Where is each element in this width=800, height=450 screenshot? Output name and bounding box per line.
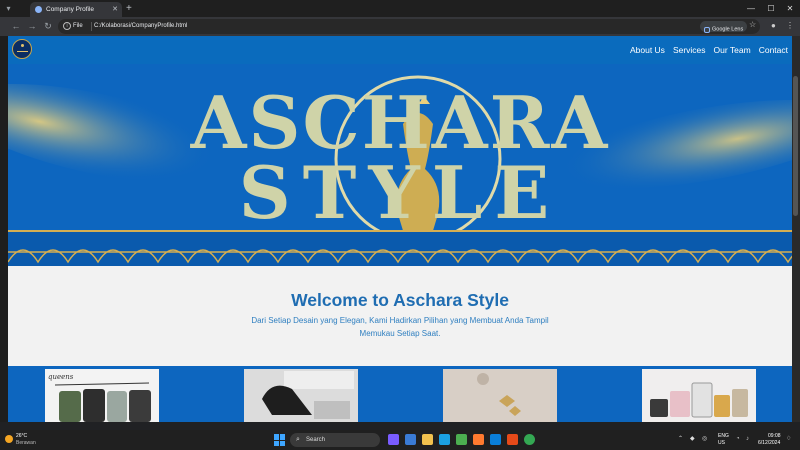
weather-temperature: 26°C [16,433,28,439]
firefox-icon[interactable] [473,434,484,445]
product-image-jewelry [443,369,557,422]
browser-tab[interactable]: Company Profile ✕ [30,2,122,17]
product-card-jewelry[interactable] [443,369,557,422]
welcome-title: Welcome to Aschara Style [291,290,509,310]
tab-favicon-icon [35,6,42,13]
site-header: About Us Services Our Team Contact [8,36,792,64]
task-view-icon[interactable] [405,434,416,445]
volume-icon[interactable]: ♪ [746,434,749,445]
vscode-icon[interactable] [490,434,501,445]
hero-wave-ornament [8,230,792,266]
product-card-shoes[interactable] [244,369,358,422]
page-scrollbar[interactable] [792,36,800,422]
address-divider [91,22,92,31]
google-lens-label: Google Lens [712,26,744,33]
profile-icon[interactable]: ● [771,20,776,32]
taskbar-search-label: Search [306,437,326,443]
tab-search-menu-icon[interactable]: ▾ [3,3,14,14]
address-bar[interactable]: i File C:/Kolaborasi/CompanyProfile.html… [58,19,760,34]
app-icon[interactable] [507,434,518,445]
bookmark-star-icon[interactable]: ☆ [749,20,756,29]
info-icon[interactable]: i [63,22,71,30]
product-image-perfume [642,369,756,422]
taskbar-date[interactable]: 6/12/2024 [758,440,780,446]
scrollbar-thumb[interactable] [793,76,798,216]
hero-banner: ASCHARA STYLE [8,64,792,266]
site-nav: About Us Services Our Team Contact [630,36,788,64]
url-text[interactable]: C:/Kolaborasi/CompanyProfile.html [94,21,187,32]
logo-line [17,51,28,52]
new-tab-button[interactable]: + [126,2,132,15]
logo-crown-dot [21,44,24,47]
reload-icon[interactable]: ↻ [42,20,54,32]
product-card-perfume[interactable] [642,369,756,422]
tray-app-icon[interactable]: ◆ [690,434,695,445]
copilot-icon[interactable] [388,434,399,445]
product-card-clothing[interactable]: queens [45,369,159,422]
forward-icon[interactable]: → [26,20,38,32]
taskbar-search[interactable]: ⌕ Search [290,433,380,447]
hero-title-line2: STYLE [238,150,562,235]
nav-services[interactable]: Services [673,45,706,55]
windows-taskbar: 26°C Berawan ⌕ Search ⌃ ◆ ◎ ENG US ◔ ♪ 0… [0,430,800,450]
tray-chevron-icon[interactable]: ⌃ [678,434,683,445]
nav-about-us[interactable]: About Us [630,45,665,55]
minimize-button[interactable]: — [740,0,762,17]
card-label-queens: queens [48,373,74,381]
menu-kebab-icon[interactable]: ⋮ [786,20,794,32]
welcome-text: Dari Setiap Desain yang Elegan, Kami Had… [251,316,549,338]
region-code[interactable]: US [718,440,725,446]
site-logo[interactable] [12,39,32,59]
product-image-shoes [244,369,358,422]
wifi-icon[interactable]: ◔ [736,434,740,445]
tab-close-icon[interactable]: ✕ [112,4,118,15]
back-icon[interactable]: ← [10,20,22,32]
file-explorer-icon[interactable] [422,434,433,445]
nav-our-team[interactable]: Our Team [714,45,751,55]
lens-icon [704,26,710,33]
language-code[interactable]: ENG [718,433,729,439]
nav-contact[interactable]: Contact [759,45,788,55]
taskbar-time[interactable]: 09:08 [768,433,781,439]
browser-tab-strip: ▾ Company Profile ✕ + — ☐ ✕ [0,0,800,17]
edge-icon[interactable] [439,434,450,445]
store-icon[interactable] [456,434,467,445]
product-gallery: queens [8,366,792,422]
page-viewport: About Us Services Our Team Contact ASCHA… [8,36,792,422]
left-side-panel [0,36,8,422]
tray-sync-icon[interactable]: ◎ [702,434,707,445]
scheme-label: File [73,23,83,29]
google-lens-button[interactable]: Google Lens [700,21,748,33]
search-icon: ⌕ [296,436,300,443]
product-image-clothing: queens [45,369,159,422]
chrome-icon[interactable] [524,434,535,445]
start-windows-icon[interactable] [274,434,286,446]
weather-condition: Berawan [16,440,36,446]
wave-ornament-art [8,249,792,264]
browser-toolbar: ← → ↻ i File C:/Kolaborasi/CompanyProfil… [0,17,800,36]
notification-bell-icon[interactable]: ♢ [786,434,791,445]
welcome-section: Welcome to Aschara Style Dari Setiap Des… [8,266,792,366]
close-window-button[interactable]: ✕ [779,0,800,17]
weather-icon[interactable] [5,435,13,443]
tab-title: Company Profile [46,6,95,13]
